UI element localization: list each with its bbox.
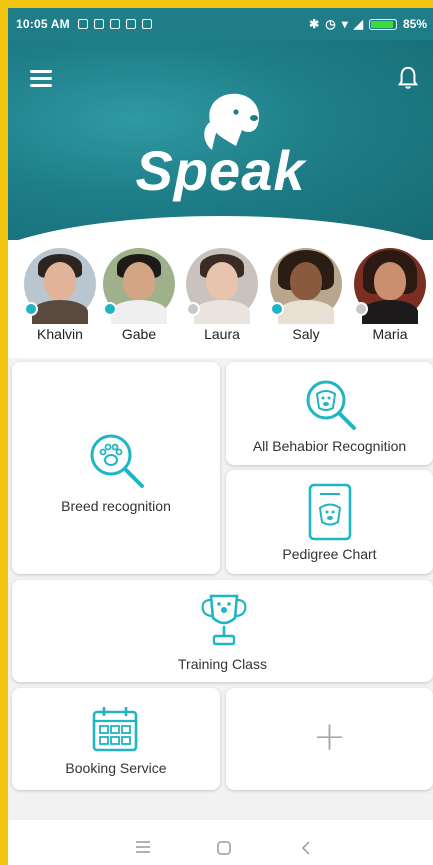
facebook-icon [93, 19, 104, 29]
training-class-label: Training Class [178, 656, 267, 672]
status-bar: 10:05 AM ✱ ◷ ▾ ◢ 85% [8, 8, 433, 40]
status-left-icons [77, 19, 152, 29]
camera-icon [125, 19, 136, 29]
paw-search-icon [90, 434, 144, 488]
contact-name: Maria [372, 326, 408, 342]
contact-saly[interactable]: Saly [266, 248, 346, 342]
phone-screen: 10:05 AM ✱ ◷ ▾ ◢ 85% Speak Khalvin Gabe … [8, 8, 433, 865]
contact-name: Saly [292, 326, 320, 342]
contact-name: Gabe [121, 326, 157, 342]
online-status-icon [24, 302, 38, 316]
bluetooth-icon: ✱ [309, 17, 320, 31]
avatar [354, 248, 426, 324]
training-class-card[interactable]: Training Class [12, 580, 433, 682]
online-status-icon [103, 302, 117, 316]
contacts-strip: Khalvin Gabe Laura Saly Maria [8, 240, 433, 358]
booking-service-label: Booking Service [65, 760, 167, 776]
contact-maria[interactable]: Maria [350, 248, 430, 342]
system-nav-bar [8, 820, 433, 865]
battery-percent: 85% [402, 17, 427, 31]
add-feature-card[interactable]: + [226, 688, 433, 790]
signal-icon: ◢ [353, 17, 363, 31]
wifi-icon: ▾ [341, 17, 348, 31]
avatar [24, 248, 96, 324]
bag-icon [141, 19, 152, 29]
hamburger-menu-icon[interactable] [30, 70, 52, 87]
calendar-icon [92, 707, 138, 752]
contact-gabe[interactable]: Gabe [99, 248, 179, 342]
contact-name: Laura [204, 326, 240, 342]
pedigree-chart-card[interactable]: Pedigree Chart [226, 470, 433, 574]
online-status-icon [270, 302, 284, 316]
status-time: 10:05 AM [16, 17, 70, 31]
back-icon[interactable] [300, 840, 312, 856]
brand-title: Speak [135, 139, 306, 202]
contact-khalvin[interactable]: Khalvin [20, 248, 100, 342]
alarm-icon: ◷ [325, 17, 336, 31]
breed-recognition-label: Breed recognition [61, 498, 171, 514]
avatar [270, 248, 342, 324]
dog-certificate-icon [308, 483, 352, 541]
behavior-recognition-card[interactable]: All Behabior Recognition [226, 362, 433, 465]
plus-icon: + [312, 714, 347, 760]
avatar [103, 248, 175, 324]
notification-icon [77, 19, 88, 29]
recents-icon[interactable] [134, 840, 152, 854]
behavior-recognition-label: All Behabior Recognition [252, 438, 407, 454]
offline-status-icon [354, 302, 368, 316]
trophy-icon [201, 594, 247, 646]
contact-name: Khalvin [37, 326, 83, 342]
battery-icon [368, 18, 397, 30]
breed-recognition-card[interactable]: Breed recognition [12, 362, 220, 574]
dog-search-icon [306, 380, 356, 430]
home-icon[interactable] [216, 840, 232, 856]
linkedin-icon [109, 19, 120, 29]
pedigree-chart-label: Pedigree Chart [282, 546, 377, 562]
offline-status-icon [186, 302, 200, 316]
contact-laura[interactable]: Laura [182, 248, 262, 342]
bell-icon[interactable] [397, 66, 419, 90]
app-header: Speak [8, 40, 433, 240]
booking-service-card[interactable]: Booking Service [12, 688, 220, 790]
status-right: ✱ ◷ ▾ ◢ 85% [309, 8, 427, 40]
avatar [186, 248, 258, 324]
